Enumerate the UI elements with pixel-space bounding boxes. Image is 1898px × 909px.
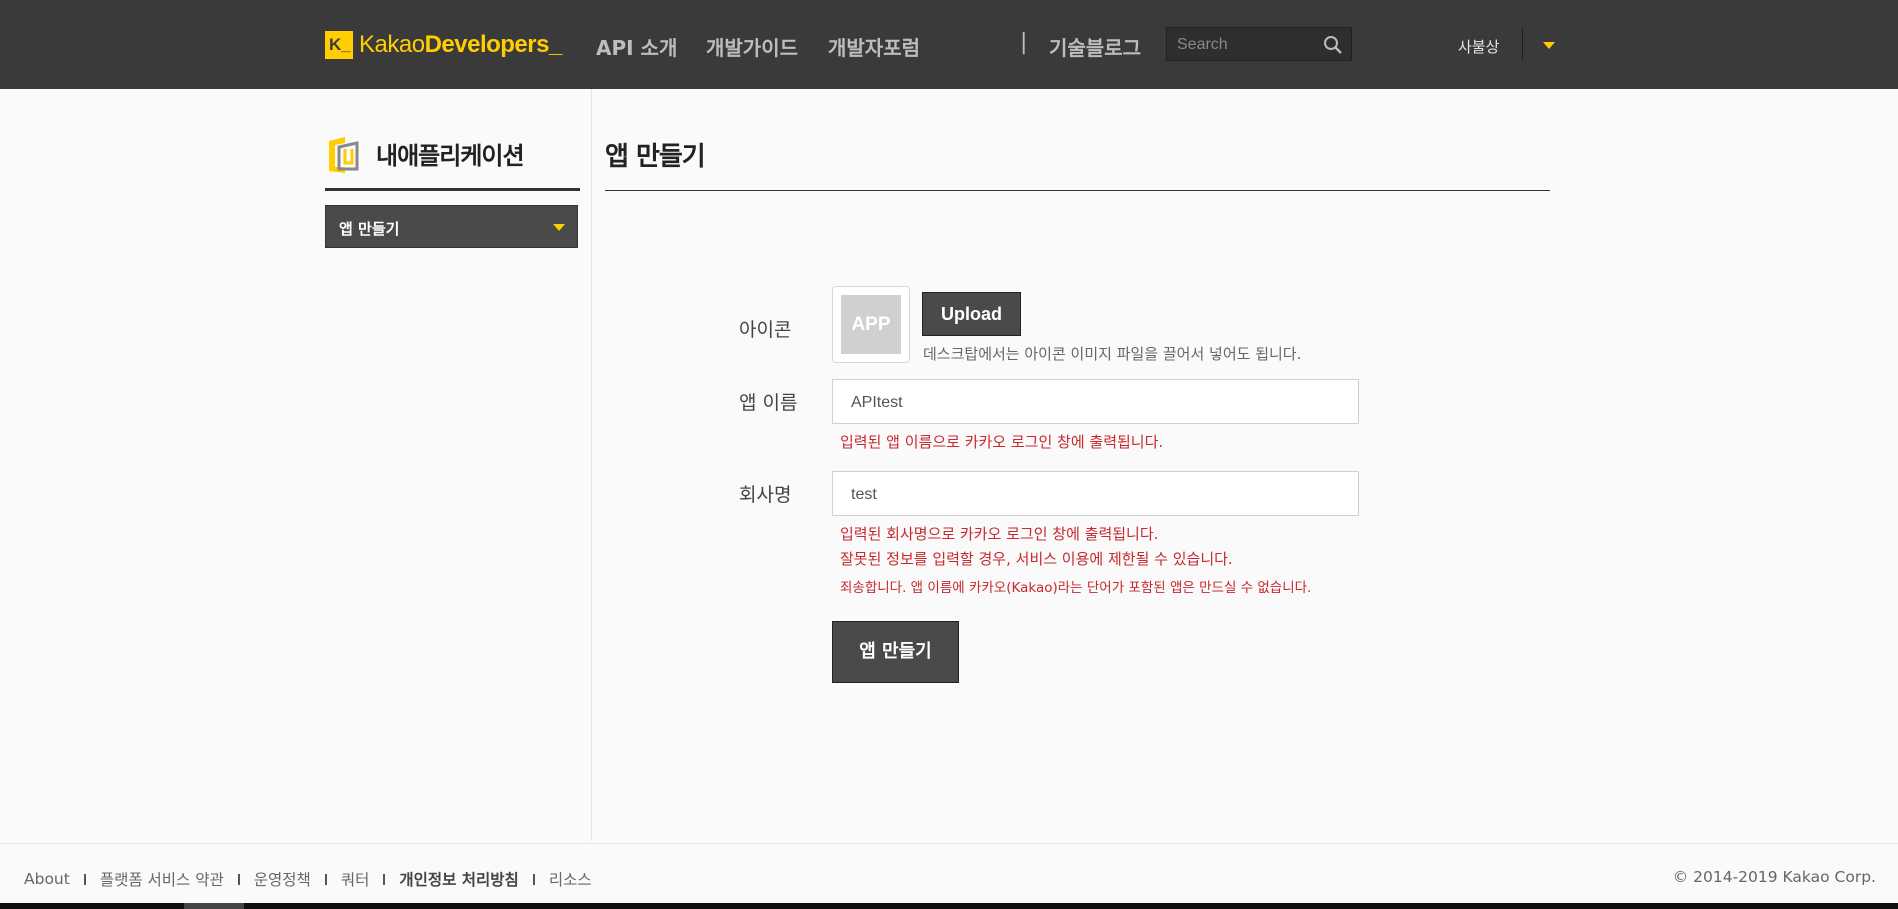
nav-tech-blog[interactable]: 기술블로그 — [1049, 32, 1141, 61]
company-note-1: 입력된 회사명으로 카카오 로그인 창에 출력됩니다. — [840, 525, 1159, 543]
nav-dev-guide[interactable]: 개발가이드 — [706, 32, 798, 61]
sidebar-title: 내애플리케이션 — [376, 142, 525, 170]
title-rule — [605, 190, 1550, 191]
footer-link-operation-policy[interactable]: 운영정책 — [254, 868, 311, 890]
company-note-2: 잘못된 정보를 입력할 경우, 서비스 이용에 제한될 수 있습니다. — [840, 550, 1233, 568]
nav-api-intro[interactable]: API 소개 — [596, 32, 677, 61]
bottom-scrollbar — [0, 903, 1898, 909]
search-icon[interactable] — [1323, 35, 1343, 55]
footer-links: About 플랫폼 서비스 약관 운영정책 쿼터 개인정보 처리방침 리소스 — [24, 868, 592, 890]
app-name-note: 입력된 앱 이름으로 카카오 로그인 창에 출력됩니다. — [840, 433, 1164, 451]
upload-button[interactable]: Upload — [922, 292, 1021, 336]
app-icon-placeholder: APP — [841, 295, 901, 354]
app-name-input[interactable] — [849, 391, 1343, 415]
search-input[interactable] — [1175, 34, 1319, 56]
user-name[interactable]: 사불상 — [1458, 36, 1499, 57]
footer: About 플랫폼 서비스 약관 운영정책 쿼터 개인정보 처리방침 리소스 ©… — [0, 843, 1898, 903]
icon-label: 아이콘 — [739, 319, 792, 341]
footer-separator — [324, 873, 327, 885]
footer-link-platform-terms[interactable]: 플랫폼 서비스 약관 — [100, 868, 224, 890]
icon-drag-hint: 데스크탑에서는 아이콘 이미지 파일을 끌어서 넣어도 됩니다. — [923, 345, 1302, 363]
search-box — [1166, 27, 1352, 61]
sidebar-divider — [591, 89, 592, 841]
app-name-label: 앱 이름 — [739, 392, 798, 414]
top-navigation-bar: K_ KakaoDevelopers_ API 소개 개발가이드 개발자포럼 |… — [0, 0, 1898, 89]
footer-link-resources[interactable]: 리소스 — [549, 868, 592, 890]
copyright: © 2014-2019 Kakao Corp. — [1672, 868, 1876, 886]
nav-dev-forum[interactable]: 개발자포럼 — [828, 32, 920, 61]
kakao-developers-logo[interactable]: K_ KakaoDevelopers_ — [325, 31, 562, 59]
create-app-button[interactable]: 앱 만들기 — [832, 621, 959, 683]
footer-separator — [383, 873, 386, 885]
logo-text-cursor: _ — [548, 31, 562, 58]
footer-separator — [237, 873, 240, 885]
sidebar-app-select[interactable]: 앱 만들기 — [325, 205, 578, 248]
logo-wordmark: KakaoDevelopers_ — [359, 31, 562, 59]
company-input[interactable] — [849, 483, 1343, 507]
logo-text-bold: Developers — [424, 31, 550, 58]
my-apps-icon — [329, 137, 359, 173]
sidebar-title-rule — [325, 188, 580, 191]
chevron-down-icon — [553, 224, 565, 231]
user-divider — [1522, 28, 1523, 60]
footer-separator — [83, 873, 86, 885]
kakao-k-logo-icon: K_ — [325, 31, 353, 59]
sidebar-select-label: 앱 만들기 — [339, 220, 400, 238]
page-title: 앱 만들기 — [605, 142, 706, 172]
kakao-name-error: 죄송합니다. 앱 이름에 카카오(Kakao)라는 단어가 포함된 앱은 만드실… — [840, 580, 1312, 596]
logo-text-light: Kakao — [359, 31, 425, 58]
app-icon-frame[interactable]: APP — [832, 286, 910, 363]
user-menu-caret-icon[interactable] — [1543, 42, 1555, 49]
footer-link-quota[interactable]: 쿼터 — [341, 868, 370, 890]
nav-separator: | — [1020, 30, 1028, 55]
footer-separator — [532, 873, 535, 885]
footer-link-privacy-policy[interactable]: 개인정보 처리방침 — [399, 868, 518, 890]
scrollbar-thumb[interactable] — [184, 903, 244, 909]
app-name-field — [832, 379, 1359, 424]
company-label: 회사명 — [739, 484, 792, 506]
footer-link-about[interactable]: About — [24, 870, 70, 888]
company-field — [832, 471, 1359, 516]
